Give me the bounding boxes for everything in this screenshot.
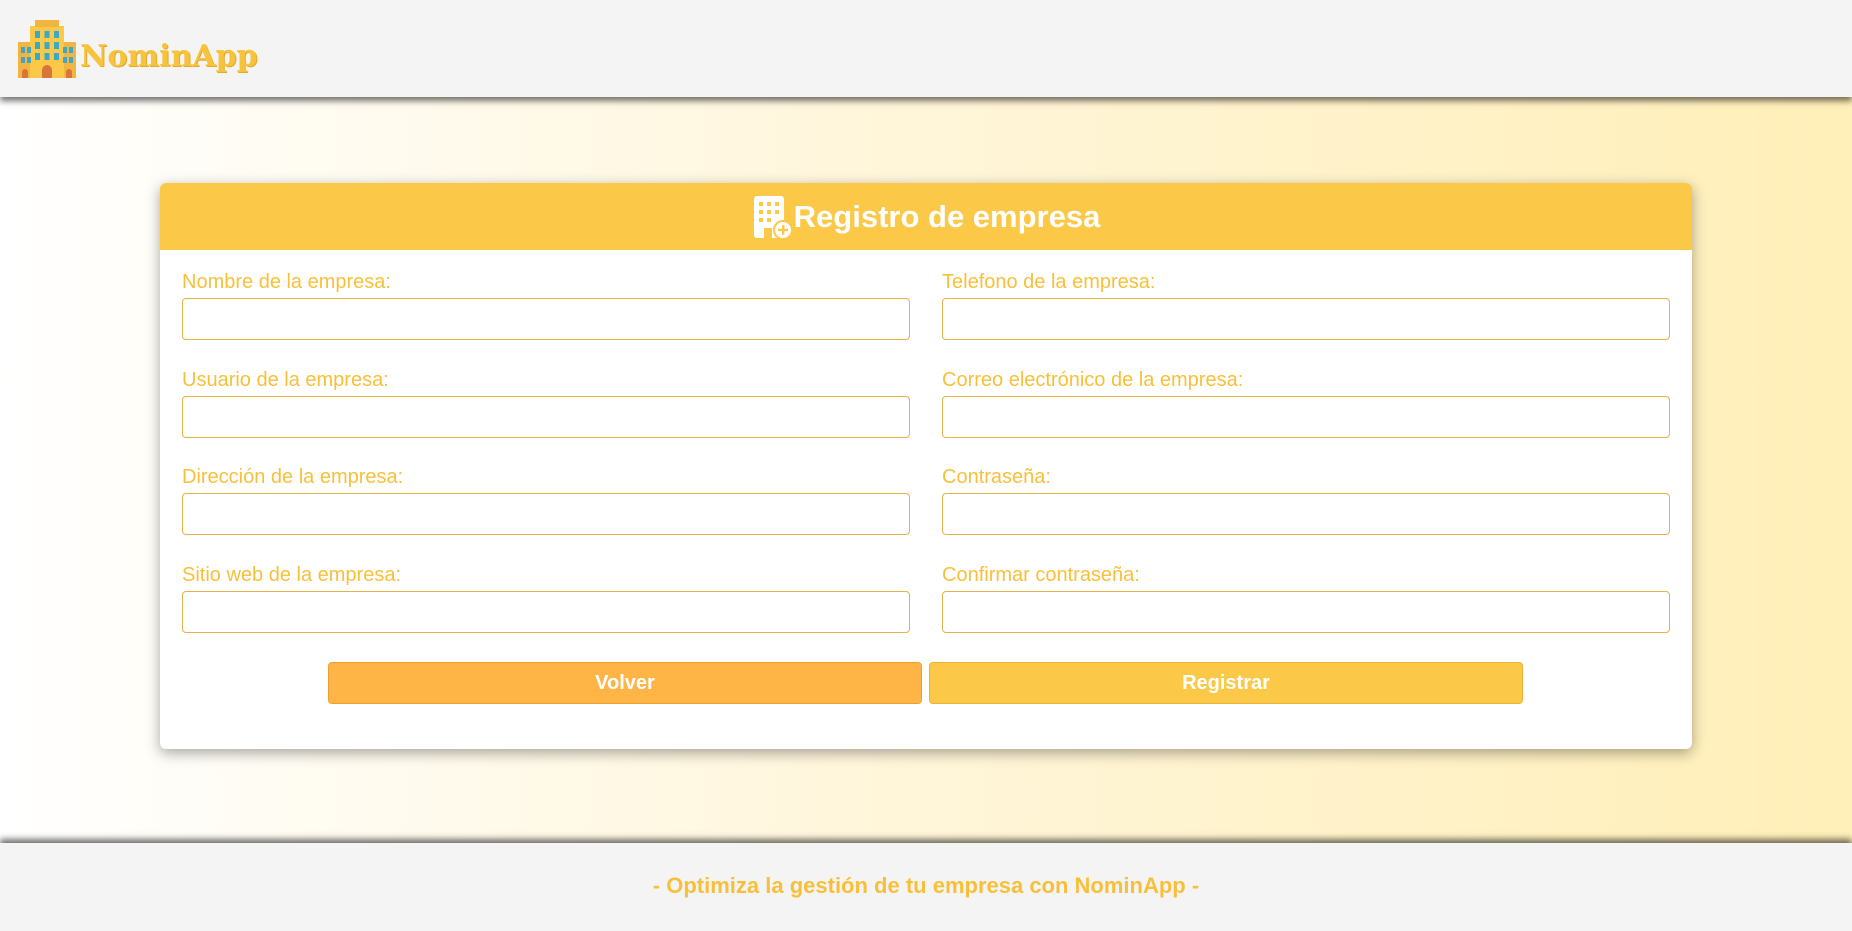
footer: - Optimiza la gestión de tu empresa con … [0,843,1852,931]
card-header: Registro de empresa [160,183,1692,250]
register-button[interactable]: Registrar [929,662,1523,704]
company-email-field: Correo electrónico de la empresa: [942,348,1670,446]
company-website-field: Sitio web de la empresa: [182,543,910,641]
confirm-password-field: Confirmar contraseña: [942,543,1670,641]
company-user-label: Usuario de la empresa: [182,369,389,391]
company-name-label: Nombre de la empresa: [182,271,391,293]
company-email-label: Correo electrónico de la empresa: [942,369,1244,391]
company-user-input[interactable] [182,396,910,438]
company-phone-field: Telefono de la empresa: [942,250,1670,348]
company-name-input[interactable] [182,298,910,340]
password-input[interactable] [942,493,1670,535]
app-name: NominApp [80,39,258,74]
logo[interactable]: NominApp [16,20,258,78]
company-website-label: Sitio web de la empresa: [182,564,402,586]
main-area: Registro de empresa Nombre de la empresa… [0,97,1852,843]
company-address-input[interactable] [182,493,910,535]
company-user-field: Usuario de la empresa: [182,348,910,446]
company-address-label: Dirección de la empresa: [182,466,404,488]
company-email-input[interactable] [942,396,1670,438]
company-name-field: Nombre de la empresa: [182,250,910,348]
footer-tagline: - Optimiza la gestión de tu empresa con … [652,873,1200,898]
top-header: NominApp [0,0,1852,97]
building-plus-icon [753,195,792,240]
company-website-input[interactable] [182,591,910,633]
back-button[interactable]: Volver [328,662,922,704]
confirm-password-label: Confirmar contraseña: [942,564,1140,586]
password-field: Contraseña: [942,445,1670,543]
registration-card: Registro de empresa Nombre de la empresa… [160,183,1692,749]
page-title: Registro de empresa [793,198,1101,234]
password-label: Contraseña: [942,466,1051,488]
company-phone-input[interactable] [942,298,1670,340]
confirm-password-input[interactable] [942,591,1670,633]
company-phone-label: Telefono de la empresa: [942,271,1156,293]
company-address-field: Dirección de la empresa: [182,445,910,543]
building-logo-icon [18,20,76,78]
